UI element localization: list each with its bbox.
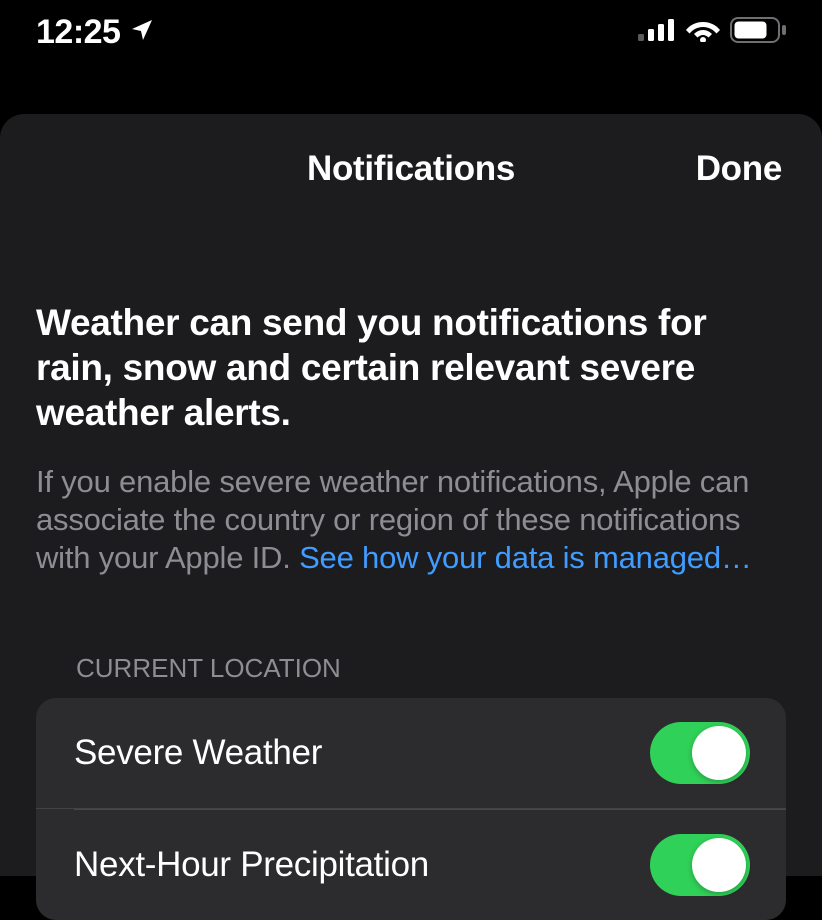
wifi-icon	[686, 18, 720, 47]
settings-row-next-hour-precipitation: Next-Hour Precipitation	[36, 810, 786, 920]
done-button[interactable]: Done	[696, 149, 782, 189]
row-label-next-hour-precipitation: Next-Hour Precipitation	[74, 845, 429, 885]
section-header-current-location: CURRENT LOCATION	[36, 653, 786, 698]
toggle-knob	[692, 726, 746, 780]
location-icon	[130, 18, 154, 47]
toggle-knob	[692, 838, 746, 892]
modal-sheet: Notifications Done Weather can send you …	[0, 114, 822, 876]
intro-heading: Weather can send you notifications for r…	[36, 300, 786, 435]
cellular-signal-icon	[638, 19, 676, 46]
content-area: Weather can send you notifications for r…	[0, 224, 822, 920]
page-title: Notifications	[307, 149, 515, 189]
row-label-severe-weather: Severe Weather	[74, 733, 322, 773]
status-bar-right	[638, 17, 786, 48]
battery-icon	[730, 17, 786, 48]
status-bar-left: 12:25	[36, 13, 154, 52]
modal-header: Notifications Done	[0, 114, 822, 224]
toggle-severe-weather[interactable]	[650, 722, 750, 784]
status-time: 12:25	[36, 13, 120, 52]
intro-subtext: If you enable severe weather notificatio…	[36, 463, 786, 576]
settings-row-severe-weather: Severe Weather	[36, 698, 786, 809]
data-management-link[interactable]: See how your data is managed…	[299, 540, 752, 575]
status-bar: 12:25	[0, 0, 822, 64]
toggle-next-hour-precipitation[interactable]	[650, 834, 750, 896]
settings-group-current-location: Severe Weather Next-Hour Precipitation	[36, 698, 786, 920]
